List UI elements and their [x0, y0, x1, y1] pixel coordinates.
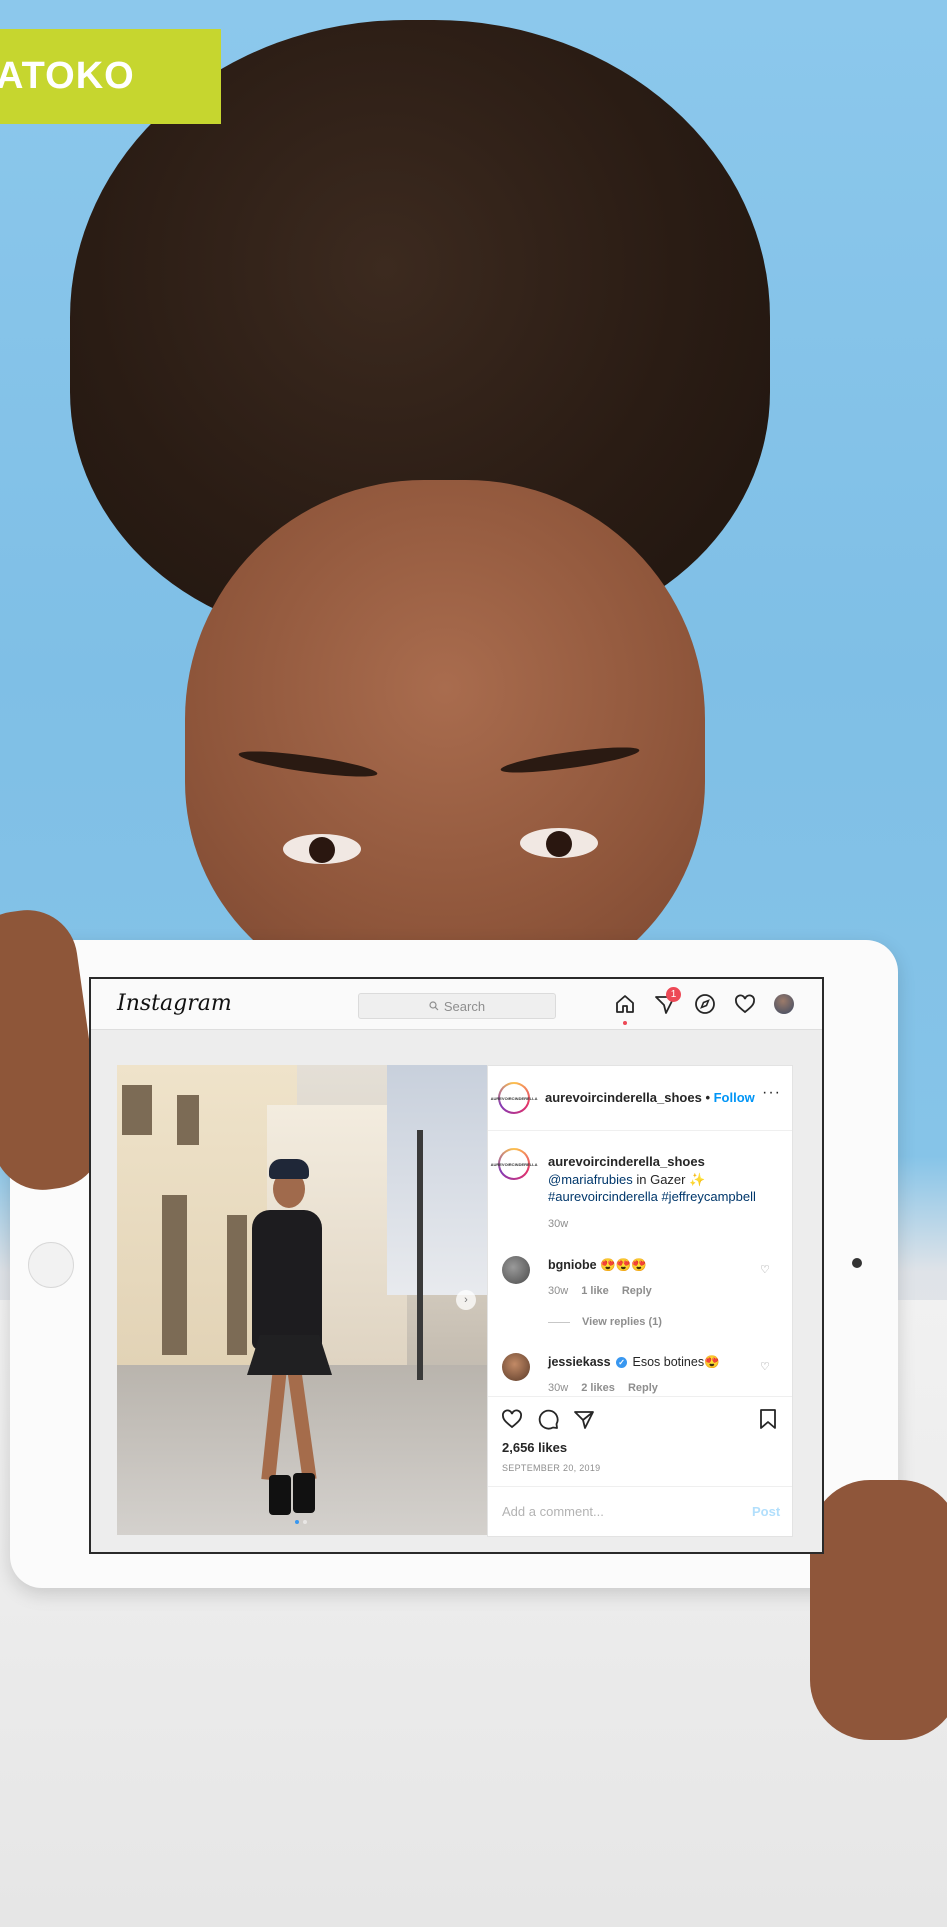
comment-like-icon[interactable]: ♡ [760, 1360, 770, 1373]
comment-username[interactable]: jessiekass [548, 1355, 611, 1369]
account-name[interactable]: aurevoircinderella_shoes [545, 1090, 702, 1105]
comment-input[interactable]: Add a comment... [502, 1504, 604, 1519]
explore-icon[interactable] [693, 992, 717, 1016]
post-date: SEPTEMBER 20, 2019 [502, 1463, 601, 1473]
search-input[interactable]: Search [358, 993, 556, 1019]
comment-1: bgniobe 😍😍😍 [548, 1258, 647, 1273]
reply-button[interactable]: Reply [628, 1382, 658, 1394]
like-icon[interactable] [500, 1407, 524, 1431]
search-placeholder: Search [443, 998, 486, 1014]
share-icon[interactable] [572, 1407, 596, 1431]
account-avatar[interactable]: AUREVOIRCINDERELLA [491, 1082, 537, 1114]
comment-avatar[interactable] [502, 1353, 530, 1381]
comment-username[interactable]: bgniobe [548, 1258, 597, 1272]
follow-button[interactable]: Follow [714, 1090, 755, 1105]
post-header-username[interactable]: aurevoircinderella_shoes • Follow [545, 1090, 755, 1105]
reply-button[interactable]: Reply [622, 1285, 652, 1297]
post-header: AUREVOIRCINDERELLA aurevoircinderella_sh… [488, 1066, 792, 1131]
post-comment-button[interactable]: Post [752, 1504, 780, 1519]
search-icon [429, 1001, 439, 1011]
bookmark-icon[interactable] [756, 1407, 780, 1431]
instagram-logo[interactable]: Instagram [117, 991, 232, 1016]
instagram-header: Instagram Search 1 [91, 979, 822, 1030]
caption-body: in Gazer ✨ [632, 1172, 706, 1187]
caption-username[interactable]: aurevoircinderella_shoes [548, 1154, 705, 1169]
notification-badge: 1 [666, 987, 681, 1002]
comment-meta: 30w 1 like Reply [548, 1285, 652, 1297]
post-panel: AUREVOIRCINDERELLA aurevoircinderella_sh… [487, 1065, 793, 1537]
comment-icon[interactable] [536, 1407, 560, 1431]
photo-window [227, 1215, 247, 1355]
comment-text: Esos botines😍 [629, 1355, 720, 1369]
comment-avatar[interactable] [502, 1256, 530, 1284]
more-options-icon[interactable]: ··· [762, 1084, 781, 1102]
comment-age: 30w [548, 1285, 569, 1297]
photo-person-body [252, 1210, 322, 1350]
tablet-camera [852, 1258, 862, 1268]
caption-avatar[interactable]: AUREVOIRCINDERELLA [491, 1148, 537, 1180]
likes-count[interactable]: 2,656 likes [502, 1440, 567, 1455]
face [185, 480, 705, 1000]
profile-avatar[interactable] [774, 994, 794, 1014]
caption-age: 30w [548, 1218, 569, 1230]
tablet-home-button [28, 1242, 74, 1288]
caption-hashtags[interactable]: #aurevoircinderella #jeffreycampbell [548, 1189, 756, 1204]
verified-badge-icon: ✓ [616, 1357, 628, 1369]
brand-tag-text: ATOKO [0, 55, 135, 97]
brand-tag: ATOKO [0, 29, 221, 124]
left-eye [283, 834, 361, 864]
home-active-dot [623, 1021, 627, 1025]
comment-like-icon[interactable]: ♡ [760, 1263, 770, 1276]
caption-text: @mariafrubies in Gazer ✨ #aurevoircinder… [548, 1171, 773, 1205]
caption-avatar-text: AUREVOIRCINDERELLA [490, 1161, 538, 1167]
photo-person-boot [293, 1473, 315, 1513]
post-actions: 2,656 likes SEPTEMBER 20, 2019 [488, 1396, 792, 1487]
photo-window [177, 1095, 199, 1145]
photo-street-lamp [417, 1130, 423, 1380]
comment-2: jessiekass ✓ Esos botines😍 [548, 1355, 720, 1370]
comment-text: 😍😍😍 [596, 1258, 647, 1272]
photo-sky [387, 1065, 487, 1295]
right-eye [520, 828, 598, 858]
photo-person-cap [269, 1159, 309, 1179]
comment-likes[interactable]: 2 likes [581, 1382, 615, 1394]
right-hand [810, 1480, 947, 1740]
caption-mention[interactable]: @mariafrubies [548, 1172, 633, 1187]
view-replies-button[interactable]: View replies (1) [548, 1316, 662, 1328]
photo-window [122, 1085, 152, 1135]
carousel-next-button[interactable]: › [456, 1290, 476, 1310]
home-icon[interactable] [613, 992, 637, 1016]
comment-likes[interactable]: 1 like [581, 1285, 609, 1297]
comment-age: 30w [548, 1382, 569, 1394]
account-avatar-text: AUREVOIRCINDERELLA [490, 1095, 538, 1101]
tablet-screen: Instagram Search 1 › AUREVOIRCINDERELLA … [89, 977, 824, 1554]
photo-person-skirt [247, 1335, 332, 1375]
carousel-dots [295, 1520, 307, 1524]
photo-person-boot [269, 1475, 291, 1515]
heart-icon[interactable] [733, 992, 757, 1016]
photo-window [162, 1195, 187, 1355]
comment-meta: 30w 2 likes Reply [548, 1382, 658, 1394]
post-photo[interactable]: › [117, 1065, 487, 1535]
add-comment-bar: Add a comment... Post [488, 1486, 792, 1537]
